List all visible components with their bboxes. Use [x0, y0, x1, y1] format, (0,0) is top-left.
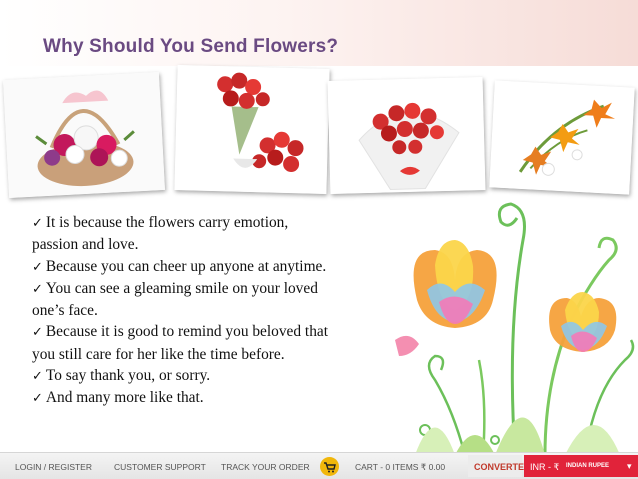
bullet-line: ✓ Because you can cheer up anyone at anyt…: [32, 257, 327, 275]
bullet-item: ✓ It is because the flowers carry emotion…: [32, 212, 432, 256]
red-roses-image: [174, 65, 330, 194]
reasons-list: ✓ It is because the flowers carry emotion…: [32, 212, 432, 410]
check-icon: ✓: [32, 259, 43, 275]
photo-red-roses: [174, 65, 330, 194]
photo-orange-lilies: [489, 80, 635, 195]
bullet-line: you still care for her like the time bef…: [32, 345, 285, 363]
slide-title: Why Should You Send Flowers?: [43, 36, 339, 57]
bullet-item: ✓ Because you can cheer up anyone at anyt…: [32, 256, 432, 278]
bullet-line: ✓ And many more like that.: [32, 389, 204, 407]
flower-basket-image: [3, 71, 165, 199]
converter-button[interactable]: CONVERTER: [468, 455, 531, 477]
customer-support-link[interactable]: CUSTOMER SUPPORT: [114, 462, 206, 472]
bullet-line: ✓ To say thank you, or sorry.: [32, 367, 211, 385]
orange-lilies-image: [489, 80, 635, 195]
currency-name: INDIAN RUPEE: [566, 463, 610, 469]
bullet-line: ✓ Because it is good to remind you belove…: [32, 323, 329, 341]
bullet-item: ✓ And many more like that.: [32, 387, 432, 409]
check-icon: ✓: [32, 391, 43, 407]
decorative-flowers-illustration: [395, 202, 635, 455]
bullet-line: passion and love.: [32, 236, 139, 254]
check-icon: ✓: [32, 216, 43, 231]
photo-flower-basket: [3, 71, 165, 199]
currency-select[interactable]: INR - ₹ INDIAN RUPEE ▾: [524, 455, 638, 477]
bullet-line: ✓ You can see a gleaming smile on your lo…: [32, 279, 318, 297]
check-icon: ✓: [32, 325, 43, 341]
photo-rose-bouquet: [327, 76, 486, 195]
footer-toolbar: LOGIN / REGISTER CUSTOMER SUPPORT TRACK …: [0, 452, 638, 479]
slide: Why Should You Send Flowers? ✓ It is bec…: [0, 0, 638, 479]
rose-bouquet-image: [327, 76, 486, 195]
bullet-line: one’s face.: [32, 302, 98, 320]
chevron-down-icon: ▾: [627, 461, 632, 471]
cart-glyph: [324, 462, 336, 473]
converter-label: CONVERTER: [474, 462, 531, 472]
bullet-item: ✓ To say thank you, or sorry.: [32, 365, 432, 387]
currency-code: INR - ₹: [530, 462, 560, 472]
cart-icon[interactable]: [320, 457, 339, 476]
login-register-link[interactable]: LOGIN / REGISTER: [15, 462, 92, 472]
bullet-item: ✓ Because it is good to remind you belove…: [32, 321, 432, 365]
bullet-line: ✓ It is because the flowers carry emotion…: [32, 214, 289, 231]
cart-summary[interactable]: CART - 0 ITEMS ₹ 0.00: [355, 462, 445, 473]
check-icon: ✓: [32, 369, 43, 385]
bullet-item: ✓ You can see a gleaming smile on your lo…: [32, 278, 432, 322]
check-icon: ✓: [32, 281, 43, 297]
track-order-link[interactable]: TRACK YOUR ORDER: [221, 462, 310, 472]
